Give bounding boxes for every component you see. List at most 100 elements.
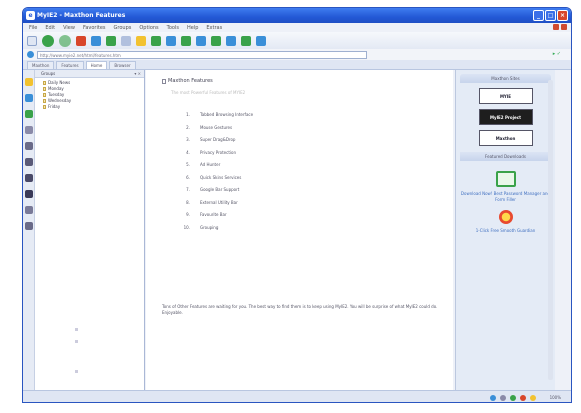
list-item: 6. Quick Skins Services (186, 174, 242, 180)
sidebar-list: Daily News Monday Tuesday Wednesday Frid… (35, 78, 144, 110)
sidebar-item-friday[interactable]: Friday (43, 104, 144, 110)
right-panel: Maxthon Sites MYIE MyIE2 Project Maxthon… (455, 70, 555, 390)
page-icon (27, 51, 34, 58)
panel-header-downloads: Featured Downloads (460, 152, 551, 161)
menu-groups[interactable]: Groups (114, 25, 132, 31)
menu-right-controls (553, 24, 567, 30)
tab-features[interactable]: Features (56, 61, 84, 69)
list-item: 4. Privacy Protection (186, 149, 236, 155)
status-bar: 100% (23, 390, 571, 402)
home-icon[interactable] (106, 35, 116, 46)
menu-bar: File Edit View Favorites Groups Options … (23, 23, 571, 32)
print-icon[interactable] (181, 35, 191, 46)
menu-close-icon[interactable] (561, 24, 567, 30)
status-check-icon[interactable] (509, 394, 516, 401)
favorites-icon[interactable] (136, 35, 146, 46)
page-title: Maxthon Features (162, 78, 213, 84)
clip-panel-icon[interactable] (25, 174, 33, 182)
menu-favorites[interactable]: Favorites (83, 25, 106, 31)
vertical-scrollbar[interactable] (548, 80, 553, 380)
menu-view[interactable]: View (63, 25, 75, 31)
tools-icon[interactable] (256, 35, 266, 46)
star-icon[interactable] (498, 210, 513, 224)
notes-panel-icon[interactable] (25, 158, 33, 166)
folder-icon (43, 87, 46, 91)
window-icon[interactable] (226, 35, 236, 46)
status-popup-icon[interactable] (499, 394, 506, 401)
zoom-level[interactable]: 100% (550, 395, 561, 400)
window-title: MyIE2 - Maxthon Features (37, 12, 126, 19)
go-icon[interactable]: ▸ ✓ (553, 51, 561, 57)
status-globe-icon (489, 394, 496, 401)
folder-icon (43, 105, 46, 109)
app-icon: e (26, 11, 35, 20)
history-icon[interactable] (151, 35, 161, 46)
side-icon-strip (23, 70, 35, 390)
list-item: 8. External Utility Bar (186, 199, 238, 205)
sidebar-marker (75, 328, 78, 331)
window-controls: _ □ × (533, 10, 568, 21)
search-panel-icon[interactable] (25, 142, 33, 150)
group-icon[interactable] (241, 35, 251, 46)
edit-icon[interactable] (196, 35, 206, 46)
menu-restore-icon[interactable] (553, 24, 559, 30)
list-item: 5. Ad Hunter (186, 162, 221, 167)
page-content: Maxthon Features The most Powerful Featu… (146, 70, 453, 390)
list-item: 3. Super Drag&Drop (186, 137, 236, 142)
mail-icon[interactable] (166, 35, 176, 46)
sidebar-marker (75, 340, 78, 343)
sidebar-close-icon[interactable]: ▾ × (134, 70, 141, 78)
feature-list: 1. Tabbed Browsing Interface 2. Mouse Gest… (182, 109, 253, 234)
rss-panel-icon[interactable] (25, 126, 33, 134)
refresh-icon[interactable] (91, 35, 101, 46)
download-link[interactable]: Download Now! Best Password Manager and … (456, 191, 555, 202)
minimize-button[interactable]: _ (533, 10, 544, 21)
menu-file[interactable]: File (29, 25, 37, 31)
maxthon-badge[interactable]: Maxthon (478, 130, 533, 146)
main-toolbar (23, 32, 571, 49)
folder-icon (43, 93, 46, 97)
page-subtitle: The most Powerful Features of MYIE2 (171, 90, 246, 95)
skin-icon[interactable] (211, 35, 221, 46)
search-icon[interactable] (121, 35, 131, 46)
sidebar-marker (75, 370, 78, 373)
menu-options[interactable]: Options (139, 25, 158, 31)
stop-icon[interactable] (76, 35, 86, 46)
list-item: 1. Tabbed Browsing Interface (186, 112, 254, 117)
settings-panel-icon[interactable] (25, 222, 33, 230)
browser-window: e MyIE2 - Maxthon Features _ □ × File Ed… (22, 7, 572, 403)
tools-panel-icon[interactable] (25, 206, 33, 214)
guardian-link[interactable]: 1-Click Free Smooth Guardian (456, 228, 555, 234)
tab-browser[interactable]: Browser (109, 61, 136, 69)
history-panel-icon[interactable] (25, 94, 33, 102)
sidebar: Groups ▾ × Daily News Monday Tuesday Wed… (35, 70, 145, 390)
panel-header-sites: Maxthon Sites (460, 74, 551, 83)
sidebar-header: Groups ▾ × (35, 70, 144, 78)
maximize-button[interactable]: □ (545, 10, 556, 21)
menu-tools[interactable]: Tools (167, 25, 179, 31)
favorites-panel-icon[interactable] (25, 78, 33, 86)
url-input[interactable]: http://www.myie2.net/html/features.htm (37, 50, 367, 59)
calendar-panel-icon[interactable] (25, 190, 33, 198)
myie-badge[interactable]: MYIE (478, 88, 533, 104)
groups-panel-icon[interactable] (25, 110, 33, 118)
menu-extras[interactable]: Extras (206, 25, 222, 31)
menu-help[interactable]: Help (187, 25, 198, 31)
tab-maxthon[interactable]: Maxthon (27, 61, 55, 69)
menu-edit[interactable]: Edit (45, 25, 55, 31)
tab-home[interactable]: Home (85, 61, 108, 69)
list-item: 10. Grouping (183, 224, 219, 230)
folder-icon (43, 99, 46, 103)
back-icon[interactable] (42, 34, 54, 47)
status-secure-icon (529, 394, 536, 401)
download-icon[interactable] (495, 171, 516, 187)
list-item: 2. Mouse Gestures (186, 124, 233, 130)
close-button[interactable]: × (557, 10, 568, 21)
status-block-icon[interactable] (519, 394, 526, 401)
myie2-project-badge[interactable]: MyIE2 Project (478, 109, 533, 125)
title-bar: e MyIE2 - Maxthon Features _ □ × (23, 8, 571, 23)
forward-icon[interactable] (59, 34, 71, 47)
sidebar-title: Groups (41, 71, 56, 76)
tab-bar: Maxthon Features Home Browser (23, 60, 571, 70)
new-page-icon[interactable] (27, 35, 37, 46)
